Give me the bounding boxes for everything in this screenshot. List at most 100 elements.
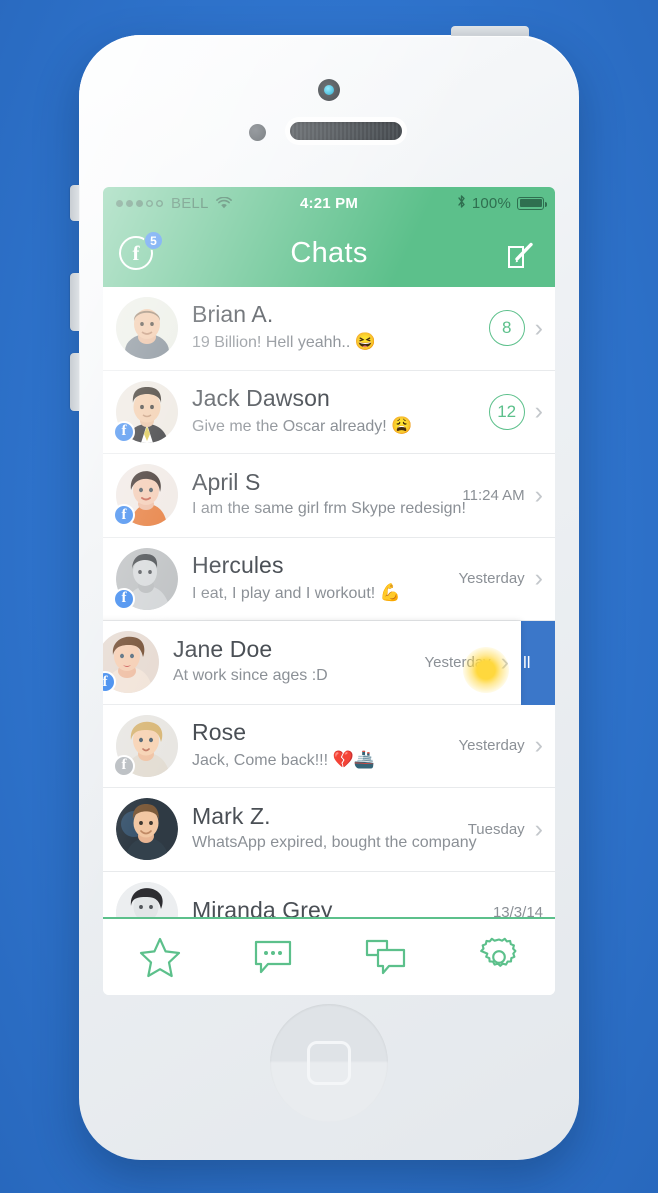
list-item-swiped-wrapper[interactable]: ll f Jane Doe At work since ages:D Yest…: [103, 621, 555, 705]
facebook-badge: f: [113, 754, 135, 777]
facebook-badge: f: [113, 504, 135, 527]
message-preview: I am the same girl frm Skype redesign!: [192, 500, 466, 518]
message-preview: Jack, Come back!!! 💔🚢: [192, 749, 375, 769]
tab-settings[interactable]: [471, 934, 527, 980]
list-item[interactable]: f April S I am the same girl frm Skype r…: [103, 454, 555, 538]
message-preview: I eat, I play and I workout! 💪: [192, 582, 401, 602]
list-item[interactable]: f Jane Doe At work since ages :D Yesterd…: [103, 621, 521, 705]
emoji: 💔🚢: [332, 749, 375, 769]
facebook-badge: f: [113, 587, 135, 610]
volume-up-button[interactable]: [70, 273, 80, 331]
smartphone-device: BELL 4:21 PM 100% f 5 Chats Brian A. 19 …: [70, 26, 579, 1160]
contact-name: April S: [192, 469, 261, 496]
emoji: 😆: [354, 332, 376, 352]
tab-groups[interactable]: [358, 934, 414, 980]
chevron-right-icon: ›: [534, 397, 543, 426]
list-item[interactable]: Brian A. 19 Billion! Hell yeahh.. 😆 8 ›: [103, 287, 555, 371]
list-item-text: Hercules I eat, I play and I workout! 💪: [192, 551, 459, 605]
facebook-button[interactable]: f 5: [119, 231, 163, 274]
list-item-text: Miranda Grey: [192, 898, 493, 917]
avatar: [116, 881, 178, 917]
unread-badge: 8: [488, 310, 525, 347]
contact-name: Jack Dawson: [192, 384, 330, 411]
list-item-meta: 12 ›: [488, 393, 555, 430]
timestamp: Yesterday: [424, 653, 491, 671]
avatar: [116, 798, 178, 861]
unread-badge: 12: [488, 393, 525, 430]
double-chat-icon: [364, 937, 408, 977]
battery-full-icon: [517, 196, 547, 210]
list-item[interactable]: Mark Z. WhatsApp expired, bought the com…: [103, 788, 555, 872]
tab-favorites[interactable]: [132, 934, 188, 980]
battery-percent-label: 100%: [471, 194, 511, 212]
facebook-badge-count: 5: [144, 231, 163, 250]
avatar: f: [113, 547, 178, 610]
tab-bar: [103, 917, 555, 995]
avatar: f: [113, 380, 178, 443]
tab-messages[interactable]: [245, 934, 301, 980]
list-item-meta: Yesterday ›: [459, 566, 556, 591]
list-item[interactable]: f Hercules I eat, I play and I workout! …: [103, 537, 556, 621]
emoji: 💪: [379, 582, 401, 602]
list-item-text: Jane Doe At work since ages :D: [173, 637, 425, 687]
list-item-meta: 11:24 AM ›: [462, 480, 555, 509]
avatar: f: [113, 464, 178, 527]
chevron-right-icon: ›: [534, 480, 543, 509]
emoji: 😩: [391, 415, 413, 435]
avatar: [116, 297, 178, 360]
earpiece-speaker: [290, 122, 402, 140]
contact-name: Miranda Grey: [192, 897, 333, 917]
list-item-text: Mark Z. WhatsApp expired, bought the com…: [192, 803, 477, 854]
list-item-meta: Yesterday ›: [459, 733, 556, 758]
chat-bubble-icon: [252, 937, 294, 977]
timestamp: 11:24 AM: [462, 486, 525, 504]
power-button[interactable]: [451, 26, 529, 36]
contact-name: Mark Z.: [192, 803, 271, 830]
chevron-right-icon: ›: [500, 647, 509, 676]
contact-name: Jane Doe: [173, 636, 273, 663]
avatar: f: [103, 631, 159, 694]
avatar: f: [113, 714, 178, 777]
contact-name: Brian A.: [192, 301, 274, 328]
gear-icon: [478, 936, 520, 978]
silent-switch[interactable]: [70, 185, 80, 221]
front-camera-icon: [318, 79, 340, 101]
list-item-text: Jack Dawson Give me the Oscar already! 😩: [192, 384, 489, 438]
swipe-action-button[interactable]: ll: [521, 621, 555, 705]
facebook-badge: f: [113, 420, 135, 443]
chevron-right-icon: ›: [534, 814, 543, 843]
message-preview: At work since ages :D: [173, 667, 328, 685]
list-item[interactable]: Miranda Grey 13/3/14: [103, 871, 555, 917]
contact-name: Hercules: [192, 551, 284, 578]
list-item-text: Brian A. 19 Billion! Hell yeahh.. 😆: [192, 302, 489, 354]
home-button[interactable]: [270, 1004, 388, 1122]
contact-name: Rose: [192, 718, 247, 745]
proximity-sensor-icon: [249, 124, 266, 141]
list-item[interactable]: f Rose Jack, Come back!!! 💔🚢 Yesterday ›: [103, 704, 556, 788]
message-preview: 19 Billion! Hell yeahh.. 😆: [192, 332, 376, 352]
message-preview: Give me the Oscar already! 😩: [192, 415, 413, 435]
volume-down-button[interactable]: [70, 353, 80, 411]
star-icon: [138, 936, 182, 978]
list-item-text: April S I am the same girl frm Skype red…: [192, 469, 466, 520]
status-bar-right: 100%: [457, 194, 547, 213]
list-item-meta: Tuesday ›: [467, 814, 555, 843]
compose-pencil-icon[interactable]: [505, 239, 537, 271]
message-preview: WhatsApp expired, bought the company: [192, 834, 477, 852]
status-bar: BELL 4:21 PM 100%: [103, 187, 555, 219]
chevron-right-icon: ›: [534, 313, 543, 342]
chevron-right-icon: ›: [534, 564, 543, 593]
timestamp: 13/3/14: [492, 904, 543, 917]
mark-avatar: [116, 798, 178, 861]
chevron-right-icon: ›: [534, 731, 543, 760]
chat-list[interactable]: Brian A. 19 Billion! Hell yeahh.. 😆 8 ›: [103, 287, 555, 917]
timestamp: Tuesday: [467, 820, 525, 838]
list-item-meta: Yesterday ›: [424, 647, 522, 676]
list-item-meta: 13/3/14: [493, 904, 555, 917]
list-item[interactable]: f Jack Dawson Give me the Oscar already!…: [103, 370, 555, 454]
navigation-bar: f 5 Chats: [103, 219, 555, 287]
timestamp: Yesterday: [458, 737, 525, 755]
page-title: Chats: [290, 236, 368, 269]
bluetooth-icon: [457, 194, 466, 213]
phone-screen: BELL 4:21 PM 100% f 5 Chats Brian A. 19 …: [103, 187, 555, 995]
